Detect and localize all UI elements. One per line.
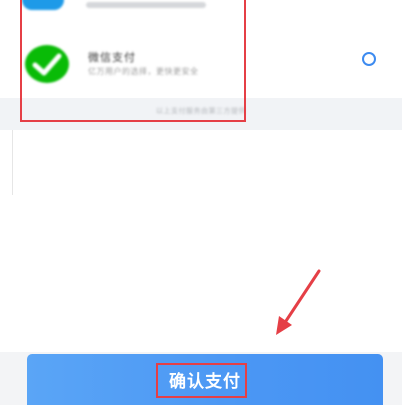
annotation-highlight-box-wechat [20,0,246,122]
wechat-pay-radio[interactable] [362,52,376,66]
divider [12,130,13,195]
annotation-highlight-box-button [156,363,247,398]
